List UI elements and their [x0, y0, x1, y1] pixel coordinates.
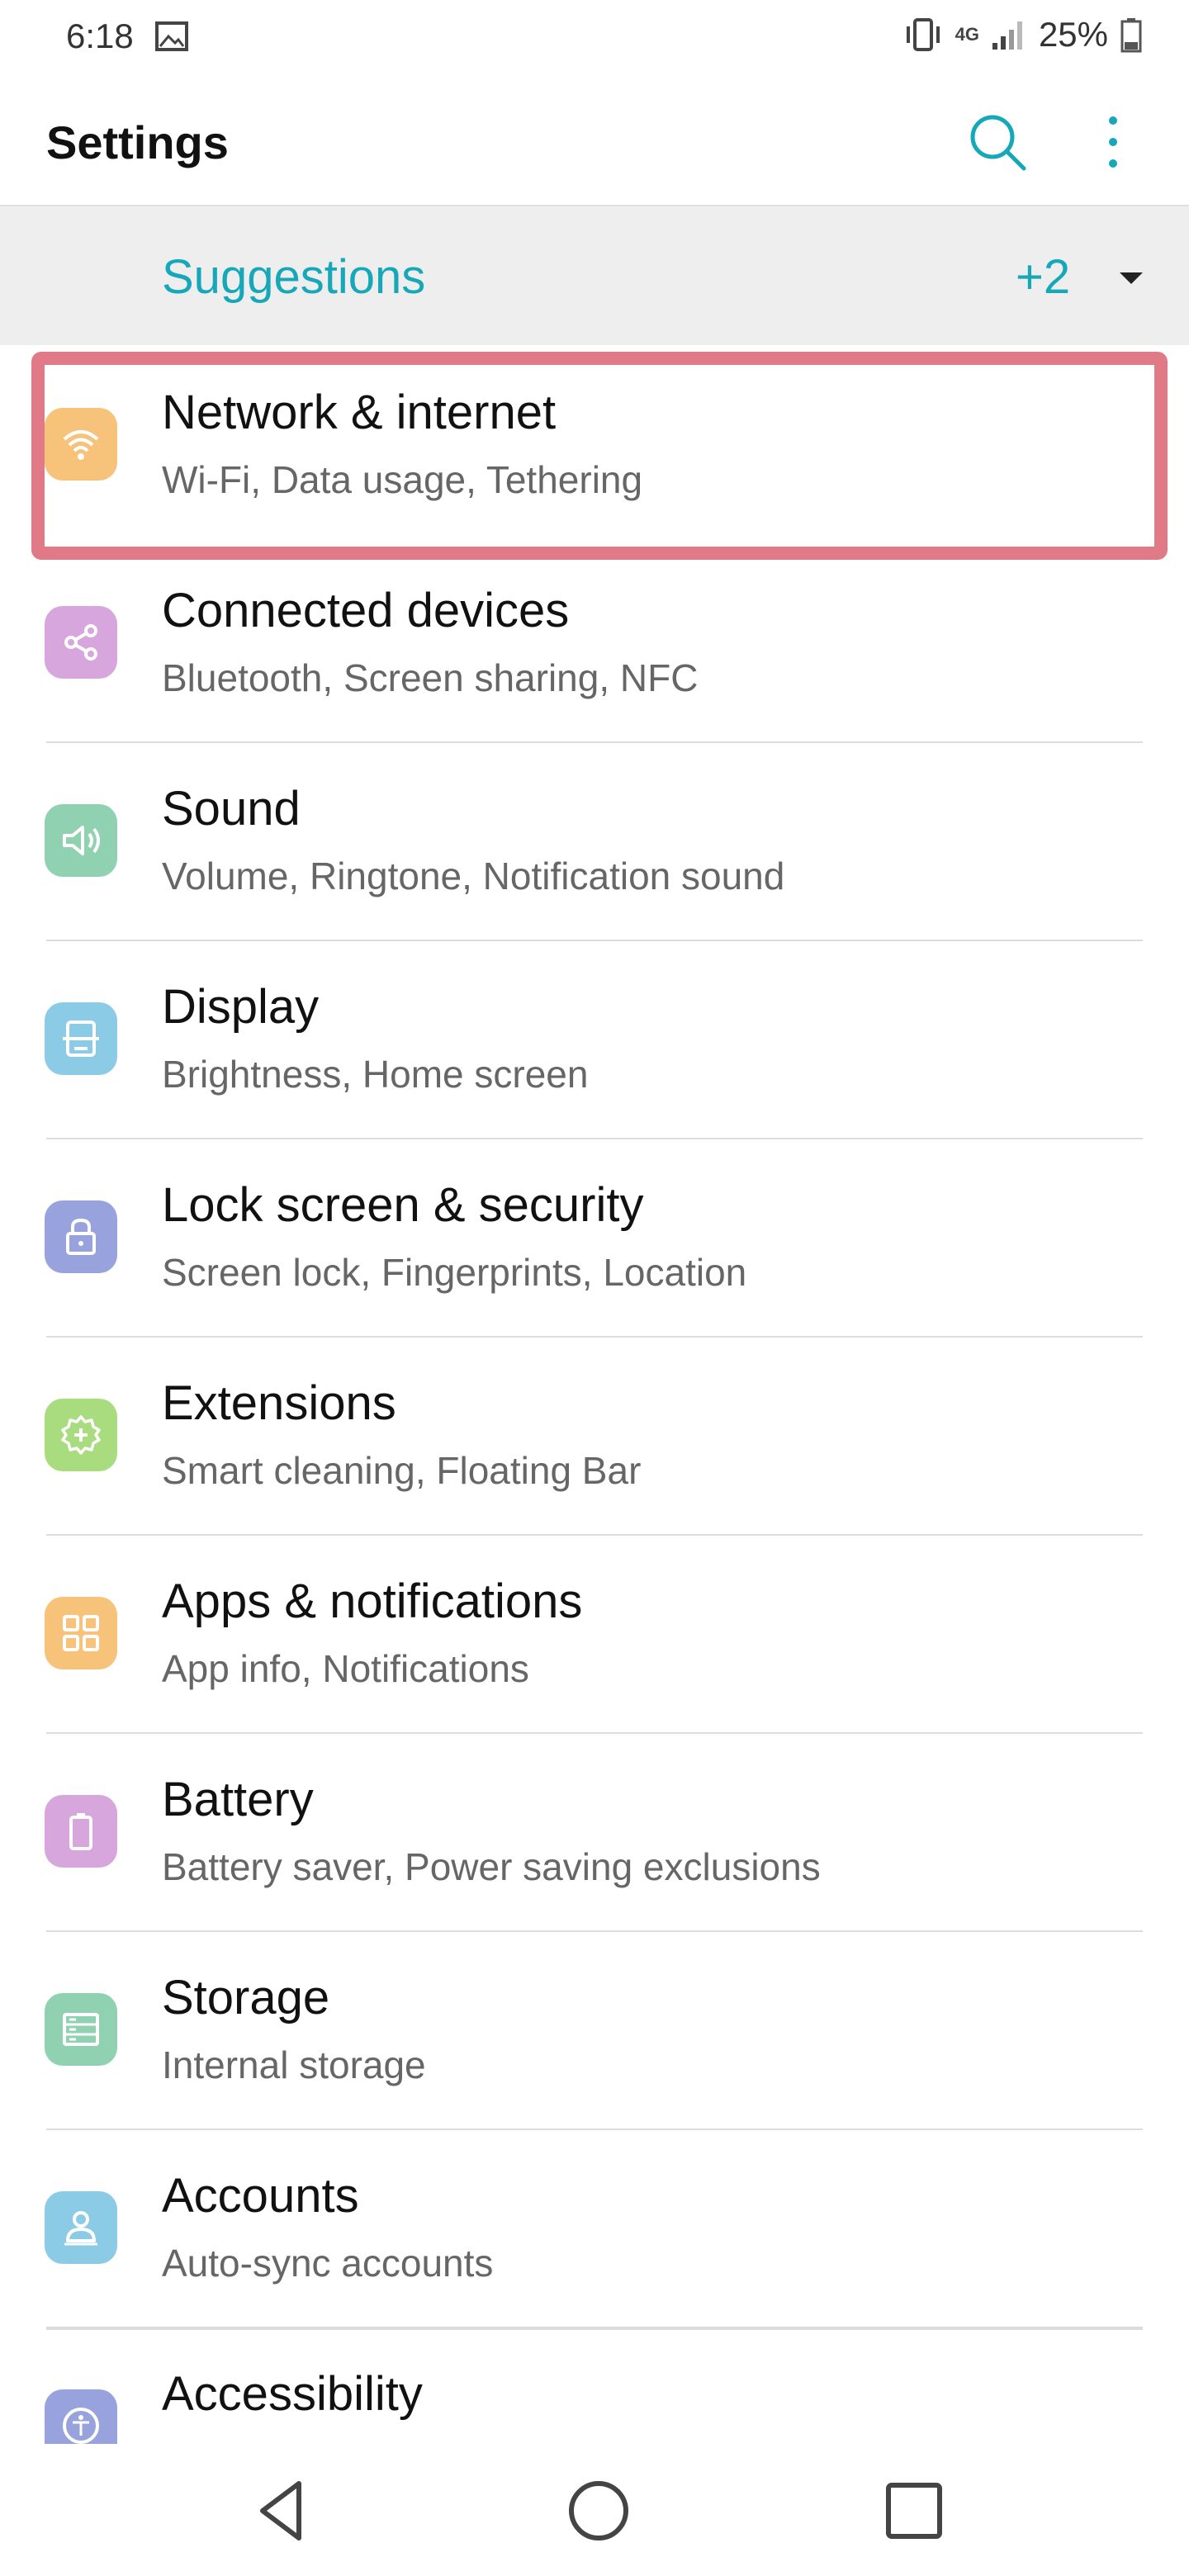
more-vert-icon[interactable] — [1093, 109, 1133, 175]
settings-item-title: Apps & notifications — [162, 1574, 583, 1628]
settings-item-sound[interactable]: Sound Volume, Ringtone, Notification sou… — [0, 743, 1189, 941]
back-icon[interactable] — [246, 2474, 320, 2548]
home-icon[interactable] — [561, 2474, 636, 2548]
settings-item-accounts[interactable]: Accounts Auto-sync accounts — [0, 2130, 1189, 2328]
network-type: 4G — [955, 24, 979, 45]
settings-item-subtitle: Screen lock, Fingerprints, Location — [162, 1251, 747, 1294]
battery-percent: 25% — [1038, 15, 1108, 54]
search-icon[interactable] — [964, 109, 1030, 175]
vibrate-icon — [906, 18, 940, 51]
page-title: Settings — [46, 116, 229, 168]
battery-icon — [1120, 18, 1142, 53]
status-bar: 6:18 4G 25% — [0, 0, 1189, 79]
suggestions-count: +2 — [1016, 250, 1071, 304]
app-bar: Settings — [0, 79, 1189, 205]
account-icon — [45, 2191, 117, 2264]
signal-icon — [992, 21, 1022, 50]
status-time: 6:18 — [66, 17, 134, 55]
settings-item-title: Storage — [162, 1971, 330, 2024]
settings-item-title: Extensions — [162, 1376, 396, 1430]
settings-item-subtitle: Wi-Fi, Data usage, Tethering — [162, 458, 643, 501]
battery-icon — [45, 1795, 117, 1868]
settings-item-extensions[interactable]: Extensions Smart cleaning, Floating Bar — [0, 1338, 1189, 1536]
share-icon — [45, 606, 117, 679]
settings-item-title: Display — [162, 980, 320, 1034]
suggestions-bar[interactable]: Suggestions +2 — [0, 205, 1189, 345]
settings-item-battery[interactable]: Battery Battery saver, Power saving excl… — [0, 1734, 1189, 1932]
speaker-icon — [45, 804, 117, 877]
settings-item-accessibility[interactable]: Accessibility — [0, 2328, 1189, 2447]
settings-item-title: Connected devices — [162, 584, 570, 637]
gear-plus-icon — [45, 1399, 117, 1471]
settings-item-connected-devices[interactable]: Connected devices Bluetooth, Screen shar… — [0, 545, 1189, 743]
image-icon — [155, 21, 188, 51]
lock-icon — [45, 1200, 117, 1273]
suggestions-label: Suggestions — [162, 250, 426, 304]
settings-item-display[interactable]: Display Brightness, Home screen — [0, 941, 1189, 1139]
display-icon — [45, 1002, 117, 1075]
settings-item-subtitle: Bluetooth, Screen sharing, NFC — [162, 656, 699, 699]
settings-item-subtitle: Smart cleaning, Floating Bar — [162, 1449, 642, 1492]
settings-item-subtitle: Volume, Ringtone, Notification sound — [162, 855, 785, 897]
recents-icon[interactable] — [877, 2474, 951, 2548]
settings-item-lock-screen[interactable]: Lock screen & security Screen lock, Fing… — [0, 1139, 1189, 1338]
settings-item-title: Accessibility — [162, 2367, 423, 2421]
settings-item-subtitle: Auto-sync accounts — [162, 2242, 494, 2285]
wifi-icon — [45, 408, 117, 481]
apps-grid-icon — [45, 1597, 117, 1669]
settings-item-title: Sound — [162, 782, 301, 836]
settings-item-storage[interactable]: Storage Internal storage — [0, 1932, 1189, 2130]
accessibility-icon — [45, 2389, 117, 2447]
settings-item-title: Lock screen & security — [162, 1178, 644, 1232]
settings-item-title: Accounts — [162, 2169, 359, 2223]
settings-item-apps[interactable]: Apps & notifications App info, Notificat… — [0, 1536, 1189, 1734]
settings-item-title: Battery — [162, 1773, 314, 1826]
nav-bar — [0, 2444, 1189, 2576]
chevron-down-icon[interactable] — [1120, 272, 1143, 284]
settings-item-subtitle: Battery saver, Power saving exclusions — [162, 1845, 821, 1888]
settings-item-network[interactable]: Network & internet Wi-Fi, Data usage, Te… — [0, 347, 1189, 545]
settings-item-title: Network & internet — [162, 386, 557, 439]
settings-item-subtitle: App info, Notifications — [162, 1647, 529, 1690]
settings-item-subtitle: Brightness, Home screen — [162, 1053, 589, 1096]
divider — [46, 2328, 1143, 2330]
settings-item-subtitle: Internal storage — [162, 2043, 426, 2086]
storage-icon — [45, 1993, 117, 2066]
